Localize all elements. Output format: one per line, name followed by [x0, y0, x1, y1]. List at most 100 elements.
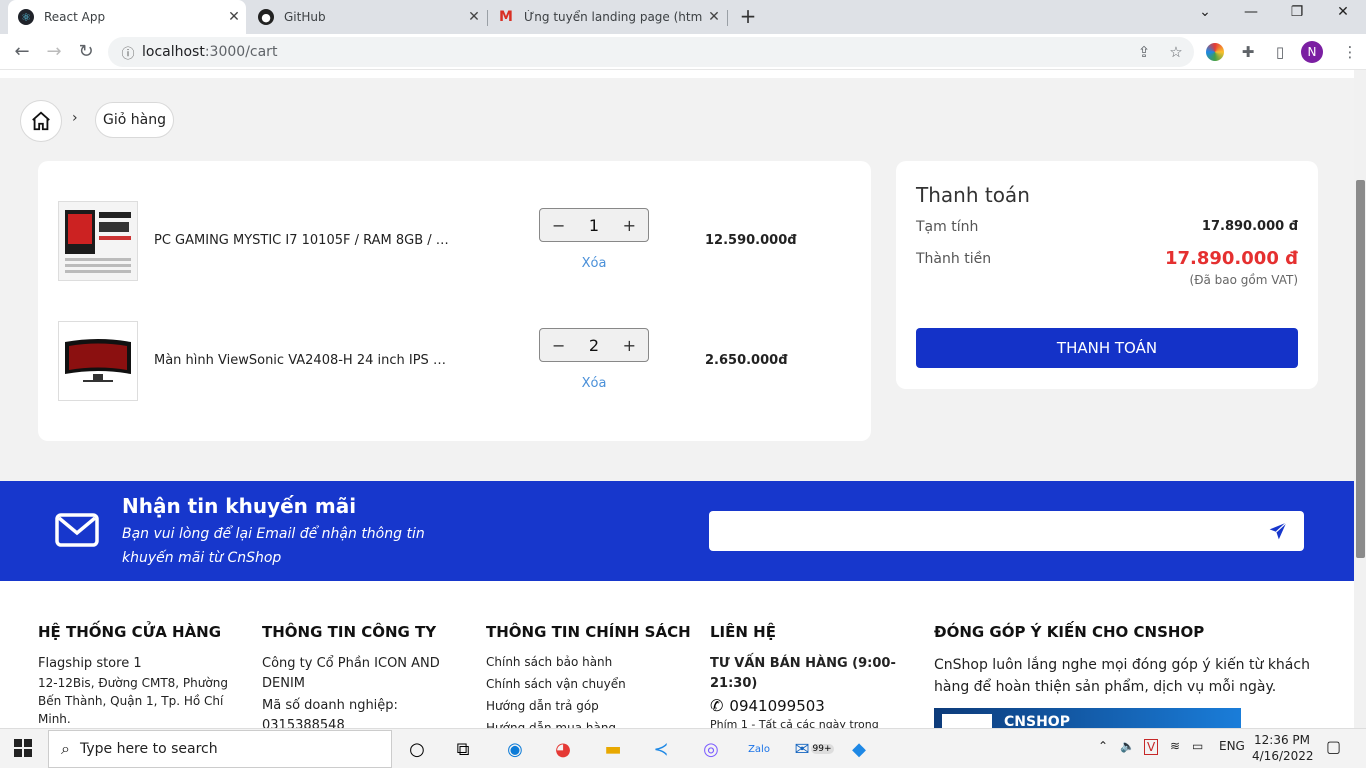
close-tab-icon[interactable]: ✕ [222, 9, 246, 25]
browser-tab-bar: ⚛ React App ✕ ● GitHub ✕ M Ứng tuyển lan… [0, 0, 1366, 34]
phone-number[interactable]: 0941099503 [729, 697, 824, 715]
zalo-icon[interactable]: Zalo [744, 735, 774, 763]
header-bottom-edge [0, 70, 1354, 78]
newsletter-subtitle: Bạn vui lòng để lại Email để nhận thông … [122, 526, 425, 566]
breadcrumb-current[interactable]: Giỏ hàng [95, 102, 174, 138]
reload-icon[interactable]: ↻ [74, 40, 98, 64]
company-name: Công ty Cổ Phần ICON AND DENIM [262, 656, 440, 691]
antivirus-icon[interactable]: V [1144, 739, 1159, 755]
new-tab-button[interactable]: + [736, 4, 760, 30]
clock-date: 4/16/2022 [1252, 749, 1314, 763]
battery-icon[interactable]: ▭ [1192, 739, 1203, 753]
wifi-icon[interactable]: ≋ [1170, 739, 1180, 753]
footer-stores-column: HỆ THỐNG CỬA HÀNG Flagship store 1 12-12… [38, 623, 238, 728]
total-label: Thành tiền [916, 251, 992, 267]
quantity-stepper: − 1 + [539, 208, 649, 242]
minimize-button[interactable]: — [1236, 4, 1266, 28]
input-language[interactable]: ENG [1219, 739, 1245, 753]
tab-title: React App [44, 10, 106, 24]
product-thumbnail[interactable] [58, 201, 138, 281]
banner-logo [942, 714, 992, 728]
tab-github[interactable]: ● GitHub ✕ [248, 0, 486, 34]
back-icon[interactable]: ← [10, 40, 34, 64]
notification-center-icon[interactable]: ▢ [1326, 737, 1341, 756]
item-price: 2.650.000đ [705, 353, 788, 368]
feedback-banner[interactable]: CNSHOP [934, 708, 1241, 728]
decrease-qty-button[interactable]: − [552, 336, 565, 355]
product-name[interactable]: PC GAMING MYSTIC I7 10105F / RAM 8GB / G… [154, 233, 454, 248]
quantity-value: 1 [588, 215, 600, 235]
pc-product-image [59, 202, 137, 280]
site-info-icon[interactable]: ⓘ [114, 43, 142, 62]
phone-note: Phím 1 - Tất cả các ngày trong tuần [710, 718, 879, 728]
taskbar-clock[interactable]: 12:36 PM 4/16/2022 [1252, 732, 1314, 764]
tab-gmail[interactable]: M Ứng tuyển landing page (html + ✕ [488, 0, 726, 34]
volume-icon[interactable]: 🔈 [1120, 739, 1135, 753]
policy-link[interactable]: Hướng dẫn mua hàng [486, 717, 696, 728]
address-bar[interactable]: ⓘ localhost:3000/cart [108, 37, 1194, 67]
vat-note: (Đã bao gồm VAT) [1189, 273, 1298, 287]
policy-link[interactable]: Chính sách vận chuyển [486, 673, 696, 695]
windows-taskbar: ⌕ Type here to search ○ ⧉ ◉ ◕ ▬ ≺ ◎ Zalo… [0, 728, 1366, 768]
checkout-button[interactable]: THANH TOÁN [916, 328, 1298, 368]
color-extension-icon[interactable] [1206, 43, 1224, 61]
maximize-button[interactable]: ❐ [1282, 4, 1312, 28]
menu-kebab-icon[interactable]: ⋮ [1340, 42, 1360, 62]
page-viewport: › Giỏ hàng PC GAMING MYSTIC I7 10105F / … [0, 70, 1354, 728]
extensions-puzzle-icon[interactable]: ✚ [1238, 42, 1258, 62]
chrome-icon[interactable]: ◕ [548, 735, 578, 763]
search-icon: ⌕ [61, 739, 70, 758]
side-panel-icon[interactable]: ▯ [1270, 42, 1290, 62]
mail-app-icon[interactable]: ✉ 99+ [794, 735, 834, 763]
phone-row: ✆ 0941099503 [710, 696, 900, 715]
store-name: Flagship store 1 [38, 656, 142, 671]
vscode-icon[interactable]: ≺ [646, 735, 676, 763]
close-tab-icon[interactable]: ✕ [462, 9, 486, 25]
payment-summary-panel: Thanh toán Tạm tính 17.890.000 đ Thành t… [896, 161, 1318, 389]
messenger-icon[interactable]: ◎ [696, 735, 726, 763]
send-icon[interactable] [1268, 521, 1288, 541]
subtotal-value: 17.890.000 đ [1201, 219, 1298, 234]
taskbar-search-box[interactable]: ⌕ Type here to search [48, 730, 392, 768]
close-tab-icon[interactable]: ✕ [702, 9, 726, 25]
product-name[interactable]: Màn hình ViewSonic VA2408-H 24 inch IPS … [154, 353, 454, 368]
subtotal-label: Tạm tính [916, 219, 979, 235]
footer-heading: ĐÓNG GÓP Ý KIẾN CHO CNSHOP [934, 623, 1205, 641]
bookmark-star-icon[interactable]: ☆ [1166, 42, 1186, 62]
increase-qty-button[interactable]: + [623, 216, 636, 235]
share-icon[interactable]: ⇪ [1134, 42, 1154, 62]
decrease-qty-button[interactable]: − [552, 216, 565, 235]
newsletter-email-input[interactable] [709, 511, 1304, 551]
tab-react-app[interactable]: ⚛ React App ✕ [8, 0, 246, 34]
tax-label: Mã số doanh nghiệp: [262, 698, 398, 713]
policy-link[interactable]: Chính sách bảo hành [486, 651, 696, 673]
tab-search-icon[interactable]: ⌄ [1190, 4, 1220, 28]
footer-feedback-column: ĐÓNG GÓP Ý KIẾN CHO CNSHOP CnShop luôn l… [934, 623, 1324, 728]
forward-icon[interactable]: → [42, 40, 66, 64]
tab-title: GitHub [284, 10, 326, 24]
tray-chevron-icon[interactable]: ⌃ [1098, 739, 1108, 753]
scrollbar-thumb[interactable] [1356, 180, 1365, 558]
remove-item-link[interactable]: Xóa [539, 376, 649, 391]
remove-item-link[interactable]: Xóa [539, 256, 649, 271]
policy-link[interactable]: Hướng dẫn trả góp [486, 695, 696, 717]
gmail-icon: M [499, 9, 513, 25]
windows-start-icon[interactable] [14, 739, 32, 757]
footer-company-column: THÔNG TIN CÔNG TY Công ty Cổ Phần ICON A… [262, 623, 462, 728]
product-thumbnail[interactable] [58, 321, 138, 401]
footer-contact-column: LIÊN HỆ TƯ VẤN BÁN HÀNG (9:00-21:30) ✆ 0… [710, 623, 900, 728]
profile-avatar[interactable]: N [1301, 41, 1323, 63]
task-view-icon[interactable]: ⧉ [448, 735, 478, 763]
close-window-button[interactable]: ✕ [1328, 4, 1358, 28]
increase-qty-button[interactable]: + [623, 336, 636, 355]
notification-badge: 99+ [810, 744, 834, 754]
cortana-icon[interactable]: ○ [402, 735, 432, 763]
file-explorer-icon[interactable]: ▬ [598, 735, 628, 763]
edge-icon[interactable]: ◉ [500, 735, 530, 763]
store-address: 12-12Bis, Đường CMT8, Phường Bến Thành, … [38, 676, 228, 726]
docker-icon[interactable]: ◆ [844, 735, 874, 763]
url-path: :3000/cart [204, 44, 278, 60]
feedback-text: CnShop luôn lắng nghe mọi đóng góp ý kiế… [934, 657, 1310, 695]
newsletter-title: Nhận tin khuyến mãi [122, 494, 357, 518]
breadcrumb-home-button[interactable] [20, 100, 62, 142]
